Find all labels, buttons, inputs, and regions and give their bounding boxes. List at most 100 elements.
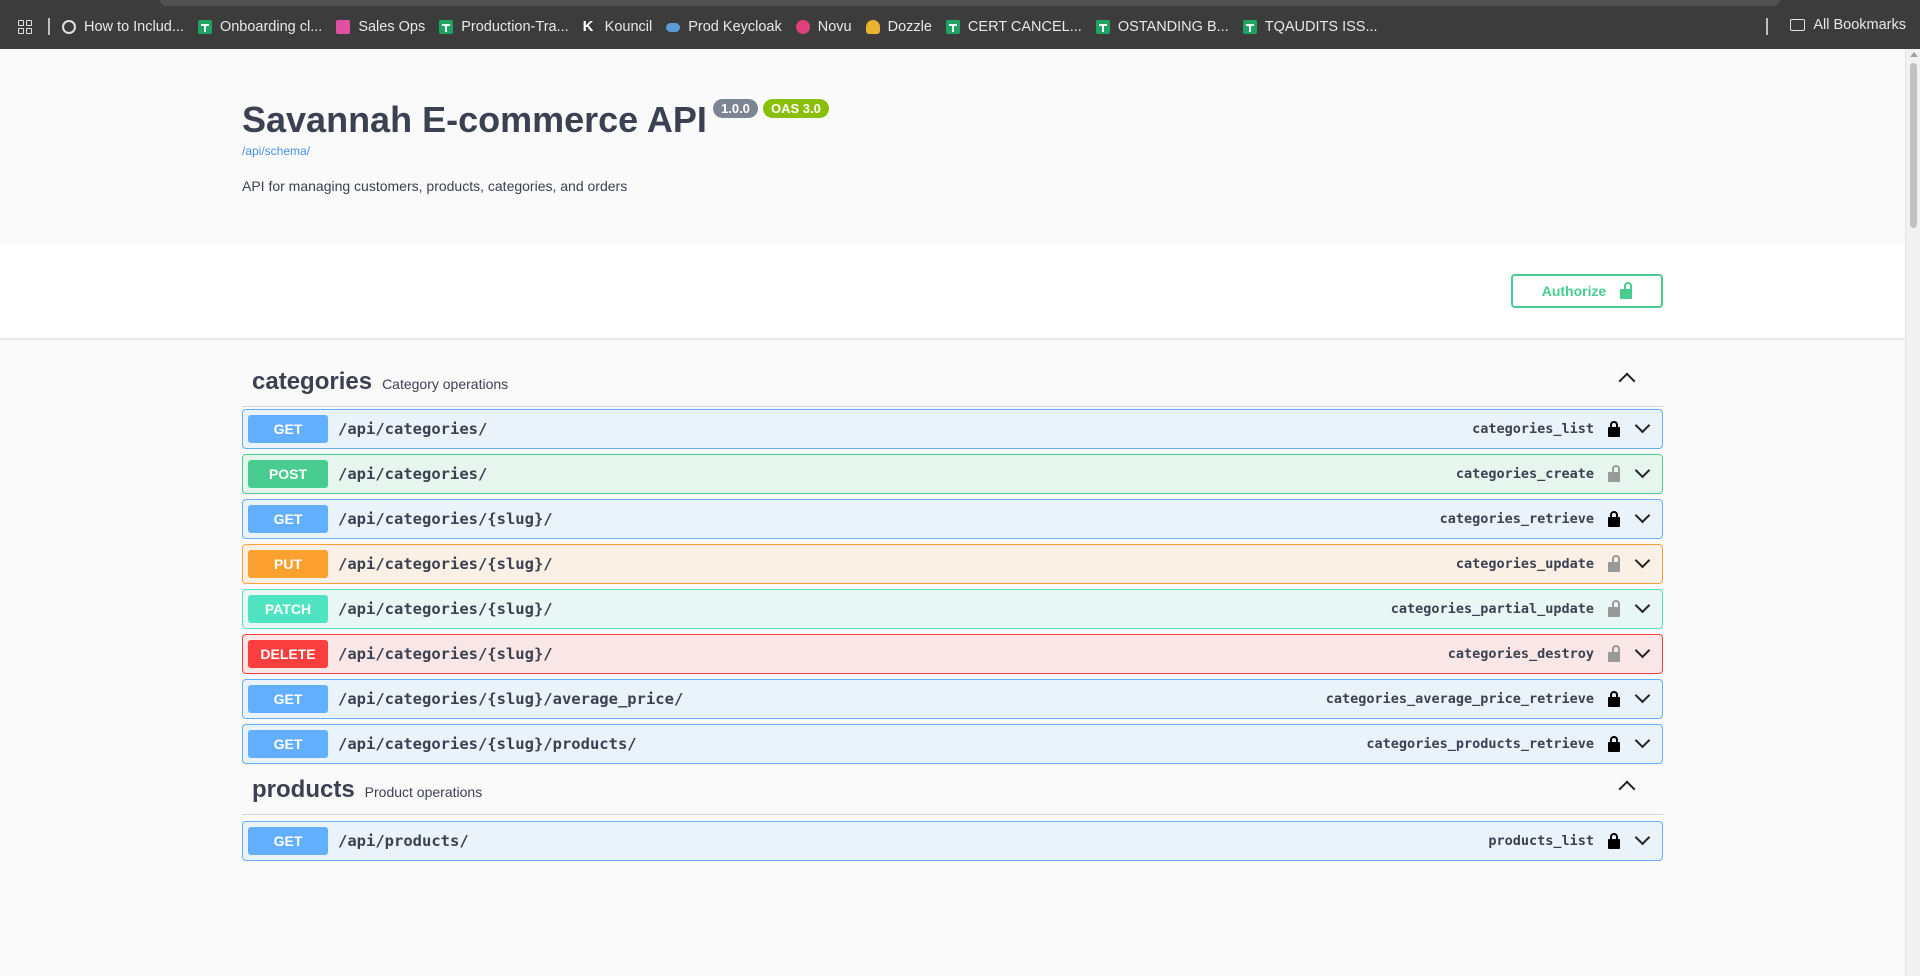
version-badge: 1.0.0 [713, 99, 758, 118]
oas-badge: OAS 3.0 [763, 99, 829, 118]
operation-id: categories_destroy [1447, 646, 1594, 662]
tag-name: categories [252, 367, 373, 395]
scroll-thumb[interactable] [1910, 63, 1917, 228]
tag-description: Product operations [364, 783, 483, 800]
operation-row[interactable]: GET/api/products/products_list [242, 821, 1663, 861]
operation-row[interactable]: POST/api/categories/categories_create [242, 454, 1663, 494]
lock-icon[interactable] [1608, 736, 1620, 752]
operation-path: /api/categories/{slug}/ [338, 645, 553, 663]
api-info: Savannah E-commerce API 1.0.0 OAS 3.0 /a… [0, 49, 1905, 244]
bookmark-item[interactable]: Onboarding cl... [197, 19, 323, 35]
bookmarks-list: How to Includ... Onboarding cl... Sales … [62, 17, 1392, 37]
chevron-down-icon[interactable] [1634, 642, 1651, 659]
unlock-icon[interactable] [1608, 555, 1620, 572]
globe-icon [62, 20, 76, 34]
bookmark-label: Novu [817, 19, 852, 35]
api-description: API for managing customers, products, ca… [242, 178, 628, 194]
operation-id: categories_average_price_retrieve [1325, 691, 1594, 707]
operation-id: products_list [1488, 833, 1594, 849]
operation-row[interactable]: GET/api/categories/{slug}/ categories_ret… [242, 499, 1663, 539]
bookmark-item[interactable]: CERT CANCEL... [945, 19, 1082, 35]
chevron-down-icon[interactable] [1634, 462, 1651, 479]
operation-row[interactable]: PATCH/api/categories/{slug}/ categories_p… [242, 589, 1663, 629]
sheets-icon [1242, 20, 1257, 34]
tag-header-categories[interactable]: categories Category operations [242, 357, 1663, 407]
scroll-up-arrow[interactable] [1910, 52, 1918, 57]
sales-ops-icon [336, 20, 351, 34]
operation-path: /api/categories/{slug}/ [338, 600, 553, 618]
lock-icon[interactable] [1608, 833, 1620, 849]
bookmarks-divider [1766, 18, 1768, 35]
bookmarks-bar: How to Includ... Onboarding cl... Sales … [0, 0, 1920, 49]
all-bookmarks-label: All Bookmarks [1813, 17, 1906, 33]
schema-link[interactable]: /api/schema/ [242, 144, 310, 158]
chevron-down-icon[interactable] [1634, 829, 1651, 846]
sheets-icon [439, 20, 454, 34]
bookmark-item[interactable]: Sales Ops [336, 19, 425, 35]
method-badge: GET [248, 415, 328, 443]
chevron-down-icon[interactable] [1634, 732, 1651, 749]
operation-path: /api/categories/ [338, 420, 488, 438]
bookmark-label: Prod Keycloak [688, 19, 782, 35]
dozzle-icon [865, 20, 880, 34]
method-badge: PATCH [248, 595, 328, 623]
api-title: Savannah E-commerce API [242, 99, 707, 140]
swagger-page: Savannah E-commerce API 1.0.0 OAS 3.0 /a… [0, 49, 1905, 976]
bookmarks-divider [48, 18, 50, 35]
operation-path: /api/categories/{slug}/ [338, 510, 553, 528]
operation-row[interactable]: DELETE/api/categories/{slug}/ categories_… [242, 634, 1663, 674]
bookmark-label: Kouncil [604, 19, 653, 35]
bookmark-item[interactable]: OSTANDING B... [1095, 19, 1229, 35]
tab-strip-edge [160, 0, 1780, 6]
operation-row[interactable]: GET/api/categories/categories_list [242, 409, 1663, 449]
chevron-down-icon[interactable] [1634, 597, 1651, 614]
lock-icon[interactable] [1608, 421, 1620, 437]
bookmark-label: Onboarding cl... [219, 19, 323, 35]
method-badge: PUT [248, 550, 328, 578]
unlock-icon[interactable] [1608, 600, 1620, 617]
bookmark-item[interactable]: Dozzle [865, 19, 932, 35]
chevron-down-icon[interactable] [1634, 687, 1651, 704]
chevron-down-icon[interactable] [1634, 552, 1651, 569]
operation-row[interactable]: GET/api/categories/{slug}/products/categ… [242, 724, 1663, 764]
tag-name: products [252, 775, 355, 803]
sheets-icon [1095, 20, 1110, 34]
bookmark-item[interactable]: Prod Keycloak [666, 19, 782, 35]
authorize-label: Authorize [1541, 283, 1607, 299]
operation-id: categories_partial_update [1390, 601, 1594, 617]
all-bookmarks-button[interactable]: All Bookmarks [1790, 17, 1906, 33]
bookmark-item[interactable]: How to Includ... [62, 19, 184, 35]
unlock-icon[interactable] [1608, 645, 1620, 662]
tag-header-products[interactable]: products Product operations [242, 765, 1663, 815]
operation-row[interactable]: PUT/api/categories/{slug}/ categories_upd… [242, 544, 1663, 584]
bookmark-item[interactable]: Novu [795, 19, 852, 35]
folder-icon [1790, 19, 1806, 31]
chevron-down-icon[interactable] [1634, 417, 1651, 434]
bookmark-item[interactable]: Production-Tra... [439, 19, 569, 35]
operation-path: /api/categories/{slug}/average_price/ [338, 690, 684, 708]
lock-icon[interactable] [1608, 511, 1620, 527]
bookmark-item[interactable]: TQAUDITS ISS... [1242, 19, 1378, 35]
operation-row[interactable]: GET/api/categories/{slug}/average_price/… [242, 679, 1663, 719]
method-badge: GET [248, 730, 328, 758]
operation-id: categories_create [1455, 466, 1594, 482]
bookmark-label: TQAUDITS ISS... [1264, 19, 1378, 35]
lock-icon[interactable] [1608, 691, 1620, 707]
chevron-down-icon[interactable] [1634, 507, 1651, 524]
kouncil-icon: K [582, 18, 594, 35]
page-scrollbar[interactable] [1905, 49, 1920, 976]
bookmark-label: Production-Tra... [461, 19, 569, 35]
operation-id: categories_retrieve [1439, 511, 1594, 527]
chevron-up-icon[interactable] [1618, 780, 1636, 798]
apps-grid-icon[interactable] [18, 20, 32, 34]
bookmark-label: CERT CANCEL... [967, 19, 1082, 35]
operation-path: /api/categories/{slug}/ [338, 555, 553, 573]
bookmark-label: How to Includ... [84, 19, 184, 35]
sheets-icon [945, 20, 960, 34]
method-badge: POST [248, 460, 328, 488]
authorize-button[interactable]: Authorize [1511, 274, 1663, 308]
bookmark-item[interactable]: K Kouncil [583, 19, 653, 35]
operation-id: categories_products_retrieve [1366, 736, 1594, 752]
chevron-up-icon[interactable] [1618, 372, 1636, 390]
unlock-icon[interactable] [1608, 465, 1620, 482]
